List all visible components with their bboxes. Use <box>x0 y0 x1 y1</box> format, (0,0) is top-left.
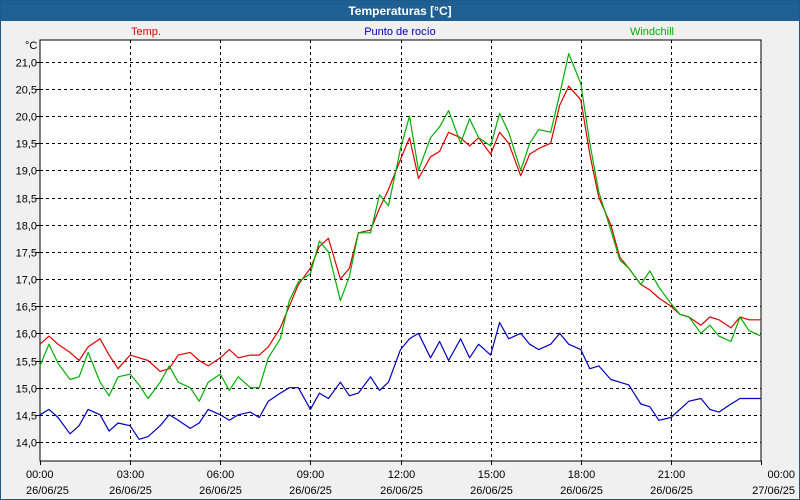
x-tick-time-label: 00:00 <box>26 469 54 481</box>
temperature-chart: 14,0 14,5 15,0 15,5 16,0 16,5 17,0 17,5 18,0 18,5… <box>16 26 795 497</box>
y-tick-label: 17,0 <box>16 275 37 287</box>
y-axis-ticks: 14,0 14,5 15,0 15,5 16,0 16,5 17,0 17,5 18,0 18,5… <box>16 58 37 450</box>
x-tick-time-label: 03:00 <box>117 469 145 481</box>
x-tick-time-label: 21:00 <box>658 469 686 481</box>
y-tick-label: 16,0 <box>16 329 37 341</box>
x-tick-time-label: 09:00 <box>297 469 325 481</box>
x-tick-time-label: 12:00 <box>388 469 416 481</box>
x-tick-date-label: 26/06/25 <box>650 485 693 497</box>
y-tick-label: 15,5 <box>16 357 37 369</box>
x-tick-time-label: 06:00 <box>207 469 235 481</box>
y-tick-label: 17,5 <box>16 248 37 260</box>
x-tick-time-label: 18:00 <box>568 469 596 481</box>
y-tick-label: 20,5 <box>16 85 37 97</box>
y-tick-label: 21,0 <box>16 58 37 70</box>
x-tick-date-label: 26/06/25 <box>380 485 423 497</box>
x-tick-date-label: 26/06/25 <box>199 485 242 497</box>
x-tick-date-label: 27/06/25 <box>752 485 795 497</box>
legend-dew-point: Punto de rocío <box>364 26 436 38</box>
x-tick-date-label: 26/06/25 <box>109 485 152 497</box>
y-tick-label: 18,5 <box>16 194 37 206</box>
x-tick-date-label: 26/06/25 <box>560 485 603 497</box>
y-tick-label: 14,0 <box>16 438 37 450</box>
x-tick-date-label: 26/06/25 <box>470 485 513 497</box>
x-tick-time-label: 00:00 <box>767 469 795 481</box>
y-tick-label: 18,0 <box>16 221 37 233</box>
y-tick-label: 15,0 <box>16 384 37 396</box>
x-tick-date-label: 26/06/25 <box>26 485 69 497</box>
y-tick-label: 14,5 <box>16 411 37 423</box>
x-axis-ticks: 00:00 26/06/25 03:00 26/06/25 06:00 26/06/25 0… <box>26 469 795 497</box>
y-tick-label: 19,5 <box>16 139 37 151</box>
y-tick-label: 19,0 <box>16 166 37 178</box>
y-axis-unit-label: °C <box>25 40 37 52</box>
x-tick-date-label: 26/06/25 <box>289 485 332 497</box>
legend-windchill: Windchill <box>630 26 674 38</box>
x-tick-time-label: 15:00 <box>478 469 506 481</box>
y-tick-label: 20,0 <box>16 112 37 124</box>
legend-temp: Temp. <box>131 26 161 38</box>
y-tick-label: 16,5 <box>16 302 37 314</box>
